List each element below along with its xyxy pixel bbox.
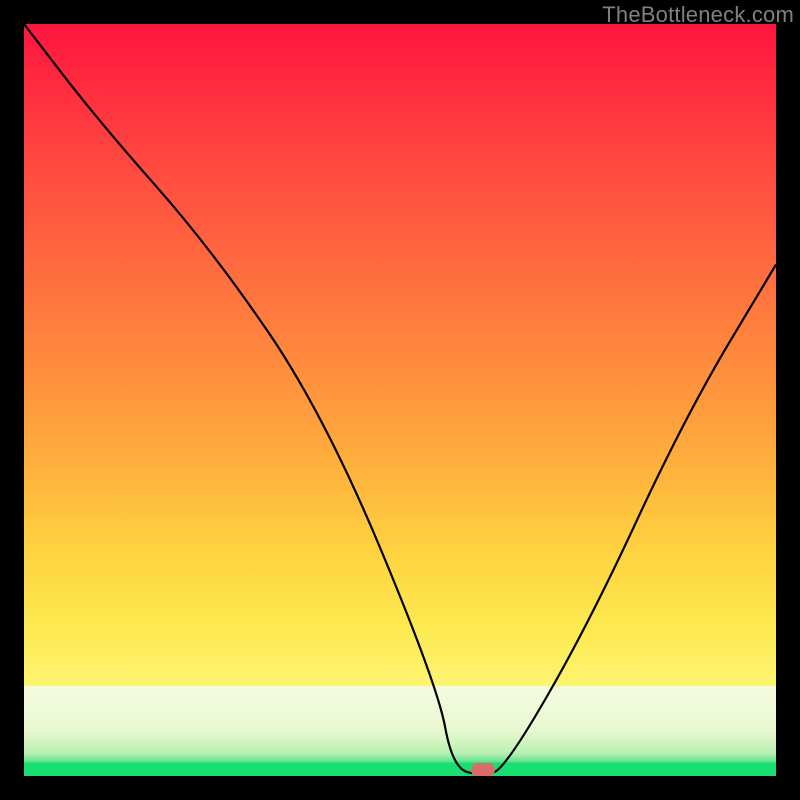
chart-frame: TheBottleneck.com [0, 0, 800, 800]
watermark-text: TheBottleneck.com [602, 2, 794, 28]
bottleneck-curve [24, 24, 776, 776]
optimal-marker [471, 763, 495, 776]
plot-area [24, 24, 776, 776]
